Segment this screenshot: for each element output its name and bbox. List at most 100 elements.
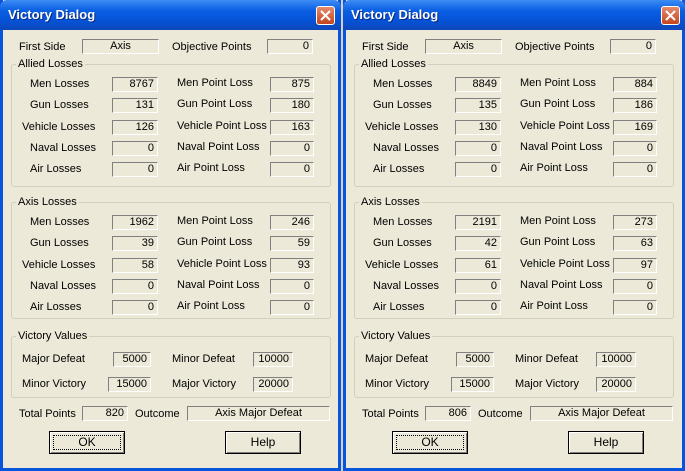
axis-point-loss-label: Air Point Loss xyxy=(520,300,588,313)
allied-loss-label: Air Losses xyxy=(373,163,425,176)
axis-loss-field: 0 xyxy=(455,300,501,316)
close-button[interactable] xyxy=(316,6,335,25)
allied-point-loss-field: 163 xyxy=(270,119,314,135)
minor-defeat-field: 10000 xyxy=(253,352,293,367)
axis-point-loss-field: 0 xyxy=(270,300,314,316)
major-defeat-field: 5000 xyxy=(113,352,151,367)
axis-point-loss-label: Air Point Loss xyxy=(177,300,245,313)
help-button[interactable]: Help xyxy=(568,431,644,454)
objective-points-label: Objective Points xyxy=(515,41,595,53)
axis-loss-field: 2191 xyxy=(455,215,501,230)
dialog-title: Victory Dialog xyxy=(8,7,96,22)
allied-loss-field: 135 xyxy=(455,98,501,114)
outcome-label: Outcome xyxy=(135,408,180,420)
axis-point-loss-field: 63 xyxy=(613,236,657,252)
allied-losses-group: Allied Losses Men Losses 8849 Men Point Lo… xyxy=(354,57,674,187)
total-points-field: 806 xyxy=(425,406,471,421)
allied-loss-field: 8767 xyxy=(112,77,158,92)
axis-losses-group: Axis Losses Men Losses 2191 Men Point Loss… xyxy=(354,195,674,319)
victory-dialog-left: Victory Dialog First Side Axis Objective… xyxy=(0,0,341,471)
axis-loss-field: 0 xyxy=(112,278,158,294)
dialog-title: Victory Dialog xyxy=(351,7,439,22)
axis-loss-field: 39 xyxy=(112,236,158,252)
axis-point-loss-label: Naval Point Loss xyxy=(177,278,260,291)
allied-losses-legend: Allied Losses xyxy=(359,57,428,71)
allied-loss-label: Vehicle Losses xyxy=(365,120,439,133)
allied-point-loss-label: Naval Point Loss xyxy=(177,140,260,153)
axis-loss-field: 58 xyxy=(112,257,158,273)
major-defeat-label: Major Defeat xyxy=(365,353,428,365)
axis-point-loss-field: 93 xyxy=(270,257,314,273)
allied-point-loss-label: Gun Point Loss xyxy=(177,98,253,111)
allied-point-loss-label: Air Point Loss xyxy=(177,162,245,175)
axis-loss-label: Air Losses xyxy=(30,301,82,314)
axis-loss-label: Naval Losses xyxy=(373,279,440,292)
first-side-field: Axis xyxy=(425,39,502,54)
allied-point-loss-field: 186 xyxy=(613,98,657,114)
allied-loss-label: Naval Losses xyxy=(30,141,97,154)
allied-point-loss-field: 180 xyxy=(270,98,314,114)
allied-loss-label: Men Losses xyxy=(373,78,433,90)
axis-loss-label: Gun Losses xyxy=(30,237,89,250)
allied-loss-label: Gun Losses xyxy=(373,99,432,112)
major-defeat-field: 5000 xyxy=(456,352,494,367)
allied-point-loss-field: 0 xyxy=(613,140,657,156)
allied-loss-label: Air Losses xyxy=(30,163,82,176)
axis-point-loss-label: Gun Point Loss xyxy=(520,236,596,249)
axis-point-loss-field: 0 xyxy=(613,300,657,316)
axis-losses-legend: Axis Losses xyxy=(16,195,79,209)
axis-loss-label: Vehicle Losses xyxy=(365,258,439,271)
allied-point-loss-field: 884 xyxy=(613,77,657,92)
allied-point-loss-label: Men Point Loss xyxy=(177,77,253,89)
allied-point-loss-field: 0 xyxy=(613,162,657,178)
victory-dialog-right: Victory Dialog First Side Axis Objective… xyxy=(343,0,685,471)
major-victory-label: Major Victory xyxy=(515,378,579,390)
axis-loss-field: 0 xyxy=(112,300,158,316)
close-x-icon xyxy=(320,10,331,21)
minor-victory-field: 15000 xyxy=(108,377,151,392)
victory-values-group: Victory Values Major Defeat 5000 Minor D… xyxy=(11,329,331,398)
axis-point-loss-label: Vehicle Point Loss xyxy=(177,257,267,270)
title-bar[interactable]: Victory Dialog xyxy=(0,0,341,30)
outcome-field: Axis Major Defeat xyxy=(187,406,330,421)
allied-loss-field: 0 xyxy=(455,162,501,178)
allied-loss-field: 8849 xyxy=(455,77,501,92)
axis-loss-field: 42 xyxy=(455,236,501,252)
objective-points-label: Objective Points xyxy=(172,41,252,53)
minor-victory-label: Minor Victory xyxy=(365,378,429,390)
objective-points-field: 0 xyxy=(610,39,656,54)
allied-loss-label: Gun Losses xyxy=(30,99,89,112)
close-button[interactable] xyxy=(661,6,680,25)
major-victory-field: 20000 xyxy=(253,377,293,392)
allied-loss-label: Vehicle Losses xyxy=(22,120,96,133)
major-defeat-label: Major Defeat xyxy=(22,353,85,365)
minor-defeat-field: 10000 xyxy=(596,352,636,367)
axis-loss-field: 61 xyxy=(455,257,501,273)
victory-values-legend: Victory Values xyxy=(16,329,90,343)
allied-losses-group: Allied Losses Men Losses 8767 Men Point Lo… xyxy=(11,57,331,187)
total-points-field: 820 xyxy=(82,406,128,421)
outcome-field: Axis Major Defeat xyxy=(530,406,673,421)
ok-button[interactable]: OK xyxy=(49,431,125,454)
axis-loss-label: Vehicle Losses xyxy=(22,258,96,271)
allied-point-loss-label: Vehicle Point Loss xyxy=(520,119,610,132)
allied-point-loss-label: Air Point Loss xyxy=(520,162,588,175)
ok-button[interactable]: OK xyxy=(392,431,468,454)
axis-point-loss-label: Men Point Loss xyxy=(177,215,253,227)
allied-point-loss-field: 0 xyxy=(270,140,314,156)
title-bar[interactable]: Victory Dialog xyxy=(343,0,685,30)
help-button[interactable]: Help xyxy=(225,431,301,454)
allied-point-loss-label: Vehicle Point Loss xyxy=(177,119,267,132)
axis-point-loss-field: 246 xyxy=(270,215,314,230)
total-points-label: Total Points xyxy=(19,408,76,420)
axis-loss-label: Air Losses xyxy=(373,301,425,314)
axis-loss-field: 0 xyxy=(455,278,501,294)
allied-loss-field: 131 xyxy=(112,98,158,114)
axis-point-loss-label: Naval Point Loss xyxy=(520,278,603,291)
allied-point-loss-field: 0 xyxy=(270,162,314,178)
first-side-field: Axis xyxy=(82,39,159,54)
first-side-label: First Side xyxy=(362,41,409,53)
axis-point-loss-field: 273 xyxy=(613,215,657,230)
major-victory-field: 20000 xyxy=(596,377,636,392)
objective-points-field: 0 xyxy=(267,39,313,54)
